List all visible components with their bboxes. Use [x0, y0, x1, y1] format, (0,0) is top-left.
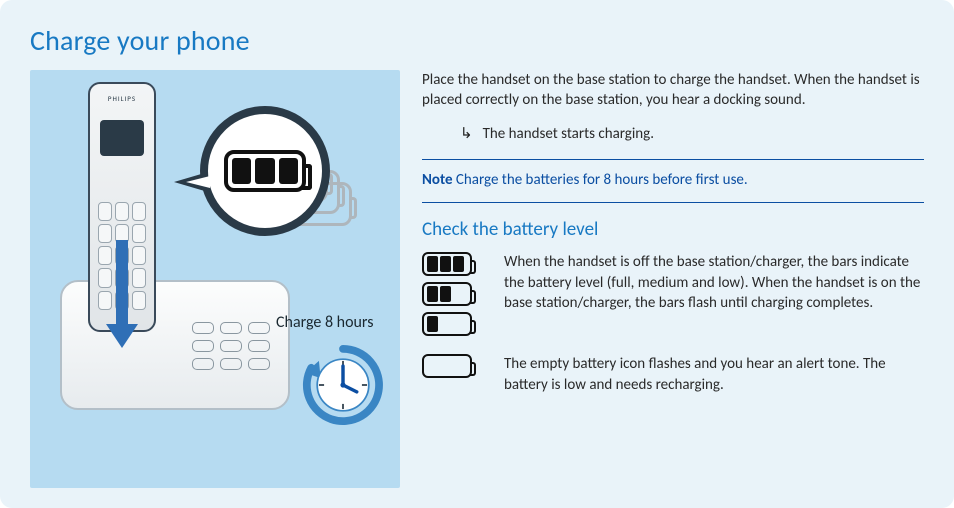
base-key — [248, 358, 270, 370]
illustration-panel: PHILIPS — [30, 70, 400, 488]
charge-duration-label: Charge 8 hours — [276, 312, 373, 334]
down-arrow-icon — [106, 240, 138, 352]
clock-icon — [300, 342, 386, 428]
separator — [422, 159, 924, 160]
battery-empty-icon — [422, 354, 472, 378]
instruction-card: Charge your phone PHILIPS — [0, 0, 954, 508]
return-arrow-icon: ↳ — [460, 124, 473, 144]
page-title: Charge your phone — [30, 22, 924, 60]
base-key — [220, 358, 242, 370]
note-row: Note Charge the batteries for 8 hours be… — [422, 170, 924, 190]
battery-full-icon — [224, 150, 306, 192]
battery-full-icon — [422, 252, 472, 276]
base-key — [192, 322, 214, 334]
battery-level-icons — [422, 252, 484, 336]
base-key — [192, 340, 214, 352]
base-key — [248, 340, 270, 352]
base-key — [220, 322, 242, 334]
subheading: Check the battery level — [422, 217, 924, 243]
battery-empty-icon-wrap — [422, 354, 484, 395]
battery-row-levels: When the handset is off the base station… — [422, 252, 924, 336]
result-bullet: ↳ The handset starts charging. — [460, 124, 924, 144]
separator — [422, 202, 924, 203]
base-key — [220, 340, 242, 352]
note-text: Charge the batteries for 8 hours before … — [456, 171, 748, 189]
battery-levels-text: When the handset is off the base station… — [504, 252, 924, 336]
callout-bubble — [200, 106, 330, 236]
intro-paragraph: Place the handset on the base station to… — [422, 70, 924, 111]
battery-medium-icon — [422, 282, 472, 306]
battery-row-empty: The empty battery icon flashes and you h… — [422, 354, 924, 395]
battery-empty-text: The empty battery icon flashes and you h… — [504, 354, 924, 395]
base-key — [248, 322, 270, 334]
text-column: Place the handset on the base station to… — [422, 70, 924, 488]
bullet-text: The handset starts charging. — [483, 124, 654, 144]
battery-low-icon — [422, 312, 472, 336]
columns: PHILIPS — [30, 70, 924, 488]
base-key — [192, 358, 214, 370]
note-label: Note — [422, 171, 453, 189]
phone-brand-label: PHILIPS — [90, 94, 154, 103]
handset-screen — [100, 120, 144, 156]
